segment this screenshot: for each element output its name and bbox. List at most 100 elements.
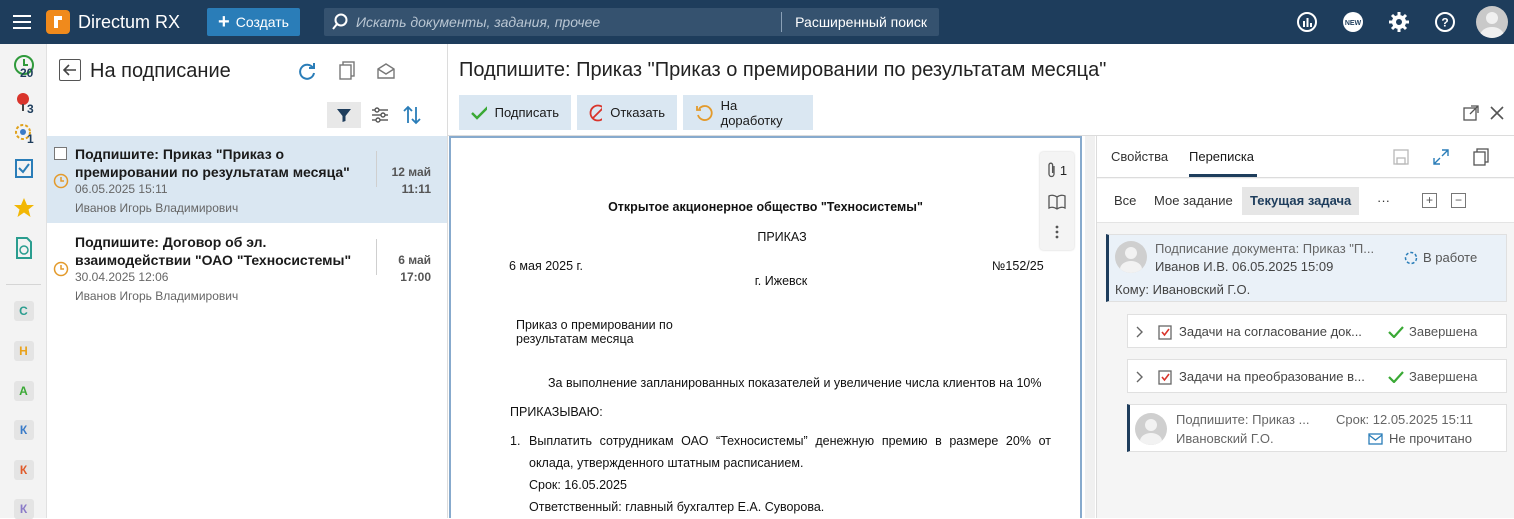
filter-all[interactable]: Все [1106,187,1144,215]
new-badge-icon[interactable]: NEW [1330,0,1376,44]
close-icon[interactable] [1488,104,1506,122]
search-input[interactable] [356,14,782,30]
forbidden-icon [589,104,603,121]
doc-deadline: Срок: 16.05.2025 [529,478,627,492]
tab-correspondence[interactable]: Переписка [1189,149,1254,164]
open-new-window-icon[interactable] [1462,104,1480,122]
rail-separator [6,284,41,285]
brand[interactable]: Directum RX [46,10,180,34]
checkmark-icon [1388,325,1404,338]
rail-pinned[interactable]: 3 [0,90,47,116]
task-deadline-time: 11:11 [401,182,431,196]
assignment-card[interactable]: Подпишите: Приказ ... Срок: 12.05.2025 1… [1127,404,1507,452]
rail-letter-item[interactable]: С [0,301,47,321]
book-icon[interactable] [1040,188,1074,216]
scrollbar[interactable] [1085,136,1095,518]
side-panel: Свойства Переписка Все Мое задание Текущ… [1096,136,1514,518]
avatar [1135,413,1167,445]
status-badge: Завершена [1388,324,1477,339]
user-avatar[interactable] [1476,6,1508,38]
expand-all-button[interactable]: + [1422,193,1437,208]
active-tab-indicator [1189,174,1257,177]
doc-subject: Приказ о премировании по [516,318,673,332]
avatar [1115,241,1147,273]
status-badge: Не прочитано [1368,431,1472,446]
checkmark-icon [1388,370,1404,383]
reject-button[interactable]: Отказать [577,95,677,130]
rail-favorites[interactable] [0,197,47,219]
star-icon [13,198,34,217]
rail-inbox[interactable]: 20 [0,54,47,80]
rail-letter: К [13,420,34,440]
divider [376,151,377,187]
expand-icon[interactable] [1430,146,1452,168]
in-progress-icon [1404,251,1418,264]
help-icon[interactable]: ? [1422,0,1468,44]
filter-my-task[interactable]: Мое задание [1146,187,1241,215]
rail-tasks[interactable] [0,158,47,178]
filter-current-task[interactable]: Текущая задача [1242,187,1360,215]
attachments-button[interactable]: 1 [1040,156,1074,184]
document-refresh-icon [15,237,32,259]
save-icon[interactable] [1390,146,1412,168]
assignment-assignee: Ивановский Г.О. [1176,431,1274,446]
task-card[interactable]: Подписание документа: Приказ "П... Ивано… [1106,234,1507,302]
document-toolbar: 1 [1040,152,1074,250]
rail-letter-item[interactable]: К [0,460,47,480]
tab-properties[interactable]: Свойства [1111,149,1168,164]
svg-text:?: ? [1441,16,1448,30]
plus-icon: + [218,11,230,33]
more-icon[interactable]: ··· [1369,187,1398,215]
rail-letter-item[interactable]: К [0,499,47,519]
filter-button[interactable] [327,102,361,128]
sort-icon[interactable] [401,104,423,126]
doc-city: г. Ижевск [754,274,808,288]
task-checklist-icon [1158,370,1172,385]
task-checkbox[interactable] [54,147,67,160]
card-subject: Подписание документа: Приказ "П... [1155,241,1375,256]
rail-letter-item[interactable]: Н [0,341,47,361]
advanced-search-link[interactable]: Расширенный поиск [781,12,939,32]
more-vertical-icon[interactable] [1040,218,1074,246]
sign-button[interactable]: Подписать [459,95,571,130]
task-author: Иванов Игорь Владимирович [75,201,239,215]
assignment-deadline: Срок: 12.05.2025 15:11 [1336,412,1474,427]
envelope-icon[interactable] [375,60,397,82]
gear-icon[interactable] [1376,0,1422,44]
rail-letter-item[interactable]: А [0,381,47,401]
side-tabs: Свойства Переписка [1097,136,1514,178]
copy-icon[interactable] [1470,146,1492,168]
analytics-icon[interactable] [1284,0,1330,44]
doc-number: №152/25 [992,259,1044,273]
logo-icon [46,10,70,34]
menu-icon[interactable] [0,0,44,44]
rail-documents[interactable] [0,237,47,259]
rework-button[interactable]: На доработку [683,95,813,130]
rail-count: 3 [27,102,34,116]
search-bar: Расширенный поиск [324,8,939,36]
task-item[interactable]: Подпишите: Договор об эл. взаимодействии… [47,224,447,311]
task-item[interactable]: Подпишите: Приказ "Приказ о премировании… [47,136,447,223]
left-rail: 20 3 1 С Н А К К К [0,44,47,519]
refresh-icon[interactable] [296,60,318,82]
collapse-all-button[interactable]: − [1451,193,1466,208]
status-text: В работе [1423,250,1478,265]
rail-cycle[interactable]: 1 [0,122,47,146]
document-preview[interactable]: Открытое акционерное общество "Техносист… [449,136,1082,518]
attachments-count: 1 [1059,162,1068,178]
create-button[interactable]: + Создать [207,8,300,36]
chevron-right-icon [1136,371,1143,383]
settings-sliders-icon[interactable] [369,104,391,126]
search-icon[interactable] [324,13,356,31]
doc-item-text: оклада, утвержденного штатным расписание… [529,456,804,470]
rail-letter: А [13,381,34,401]
copy-icon[interactable] [336,60,358,82]
divider [376,239,377,275]
rail-count: 20 [20,66,34,80]
back-button[interactable] [59,59,81,81]
rail-letter: С [13,301,34,321]
task-group[interactable]: Задачи на согласование док... Завершена [1127,314,1507,348]
rail-letter-item[interactable]: К [0,420,47,440]
task-group[interactable]: Задачи на преобразование в... Завершена [1127,359,1507,393]
create-label: Создать [235,14,289,30]
